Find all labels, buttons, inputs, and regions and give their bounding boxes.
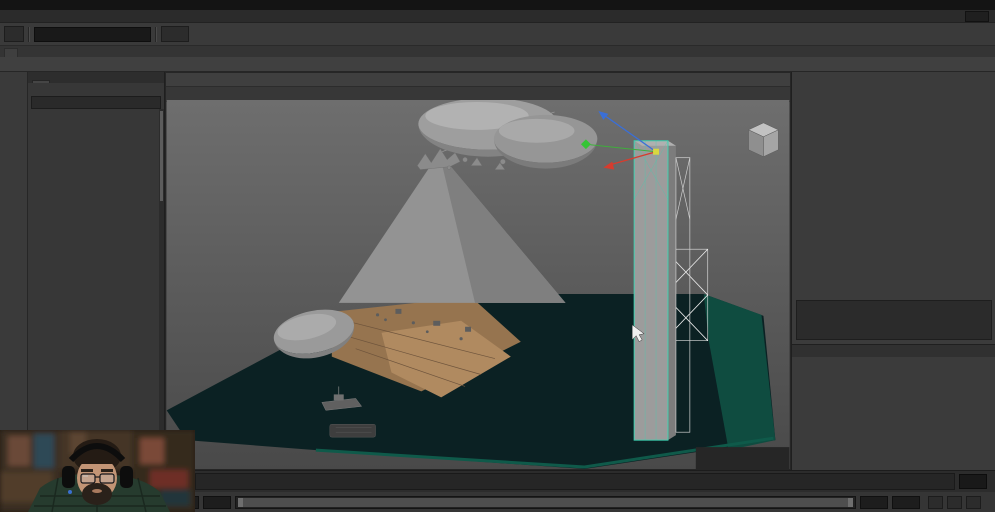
outliner-search bbox=[31, 96, 161, 109]
time-slider[interactable] bbox=[165, 470, 995, 492]
search-input[interactable] bbox=[38, 98, 154, 107]
layer-editor-menus bbox=[792, 357, 995, 368]
outliner-menus bbox=[28, 83, 164, 94]
workspace-selector[interactable] bbox=[965, 11, 989, 22]
viewport-menus bbox=[166, 73, 790, 86]
shelf-icon-row bbox=[0, 57, 995, 72]
channel-box-panel bbox=[791, 72, 995, 470]
playback-controls bbox=[991, 471, 995, 492]
selected-object[interactable] bbox=[634, 141, 676, 440]
outliner-list bbox=[28, 109, 159, 470]
range-slider-bar bbox=[165, 492, 995, 512]
range-slider[interactable] bbox=[235, 496, 856, 509]
viewport-canvas[interactable] bbox=[166, 100, 790, 469]
time-slider-track[interactable] bbox=[195, 473, 955, 490]
input-line-field[interactable] bbox=[34, 27, 151, 42]
character-set-selector[interactable] bbox=[947, 496, 962, 509]
maya-application-window bbox=[0, 0, 995, 512]
shapes-header bbox=[792, 101, 995, 106]
viewport-panel bbox=[165, 72, 791, 470]
layer-editor-tabs bbox=[792, 345, 995, 357]
playback-start-field[interactable] bbox=[203, 496, 231, 509]
selection-mask-selector[interactable] bbox=[161, 26, 189, 42]
channel-box-empty-area bbox=[796, 300, 992, 340]
channel-box-toolbar bbox=[792, 72, 995, 84]
playback-end-field[interactable] bbox=[860, 496, 888, 509]
channel-box-menus bbox=[792, 84, 995, 96]
window-titlebar bbox=[0, 0, 995, 10]
outliner-scrollbar[interactable] bbox=[159, 109, 164, 470]
fps-box bbox=[696, 447, 789, 469]
outliner-panel bbox=[28, 72, 165, 470]
layer-editor-icons bbox=[792, 368, 995, 380]
view-cube[interactable] bbox=[749, 123, 779, 157]
fps-selector[interactable] bbox=[966, 496, 981, 509]
outliner-tab[interactable] bbox=[32, 80, 50, 83]
animation-end-field[interactable] bbox=[892, 496, 920, 509]
webcam-overlay bbox=[0, 430, 195, 512]
shelf-tabs bbox=[0, 46, 995, 57]
anim-layer-selector[interactable] bbox=[928, 496, 943, 509]
status-line bbox=[0, 23, 995, 46]
main-menubar bbox=[0, 10, 995, 23]
layer-editor bbox=[792, 344, 995, 470]
menu-set-selector[interactable] bbox=[4, 26, 24, 42]
current-frame-field[interactable] bbox=[959, 474, 987, 489]
